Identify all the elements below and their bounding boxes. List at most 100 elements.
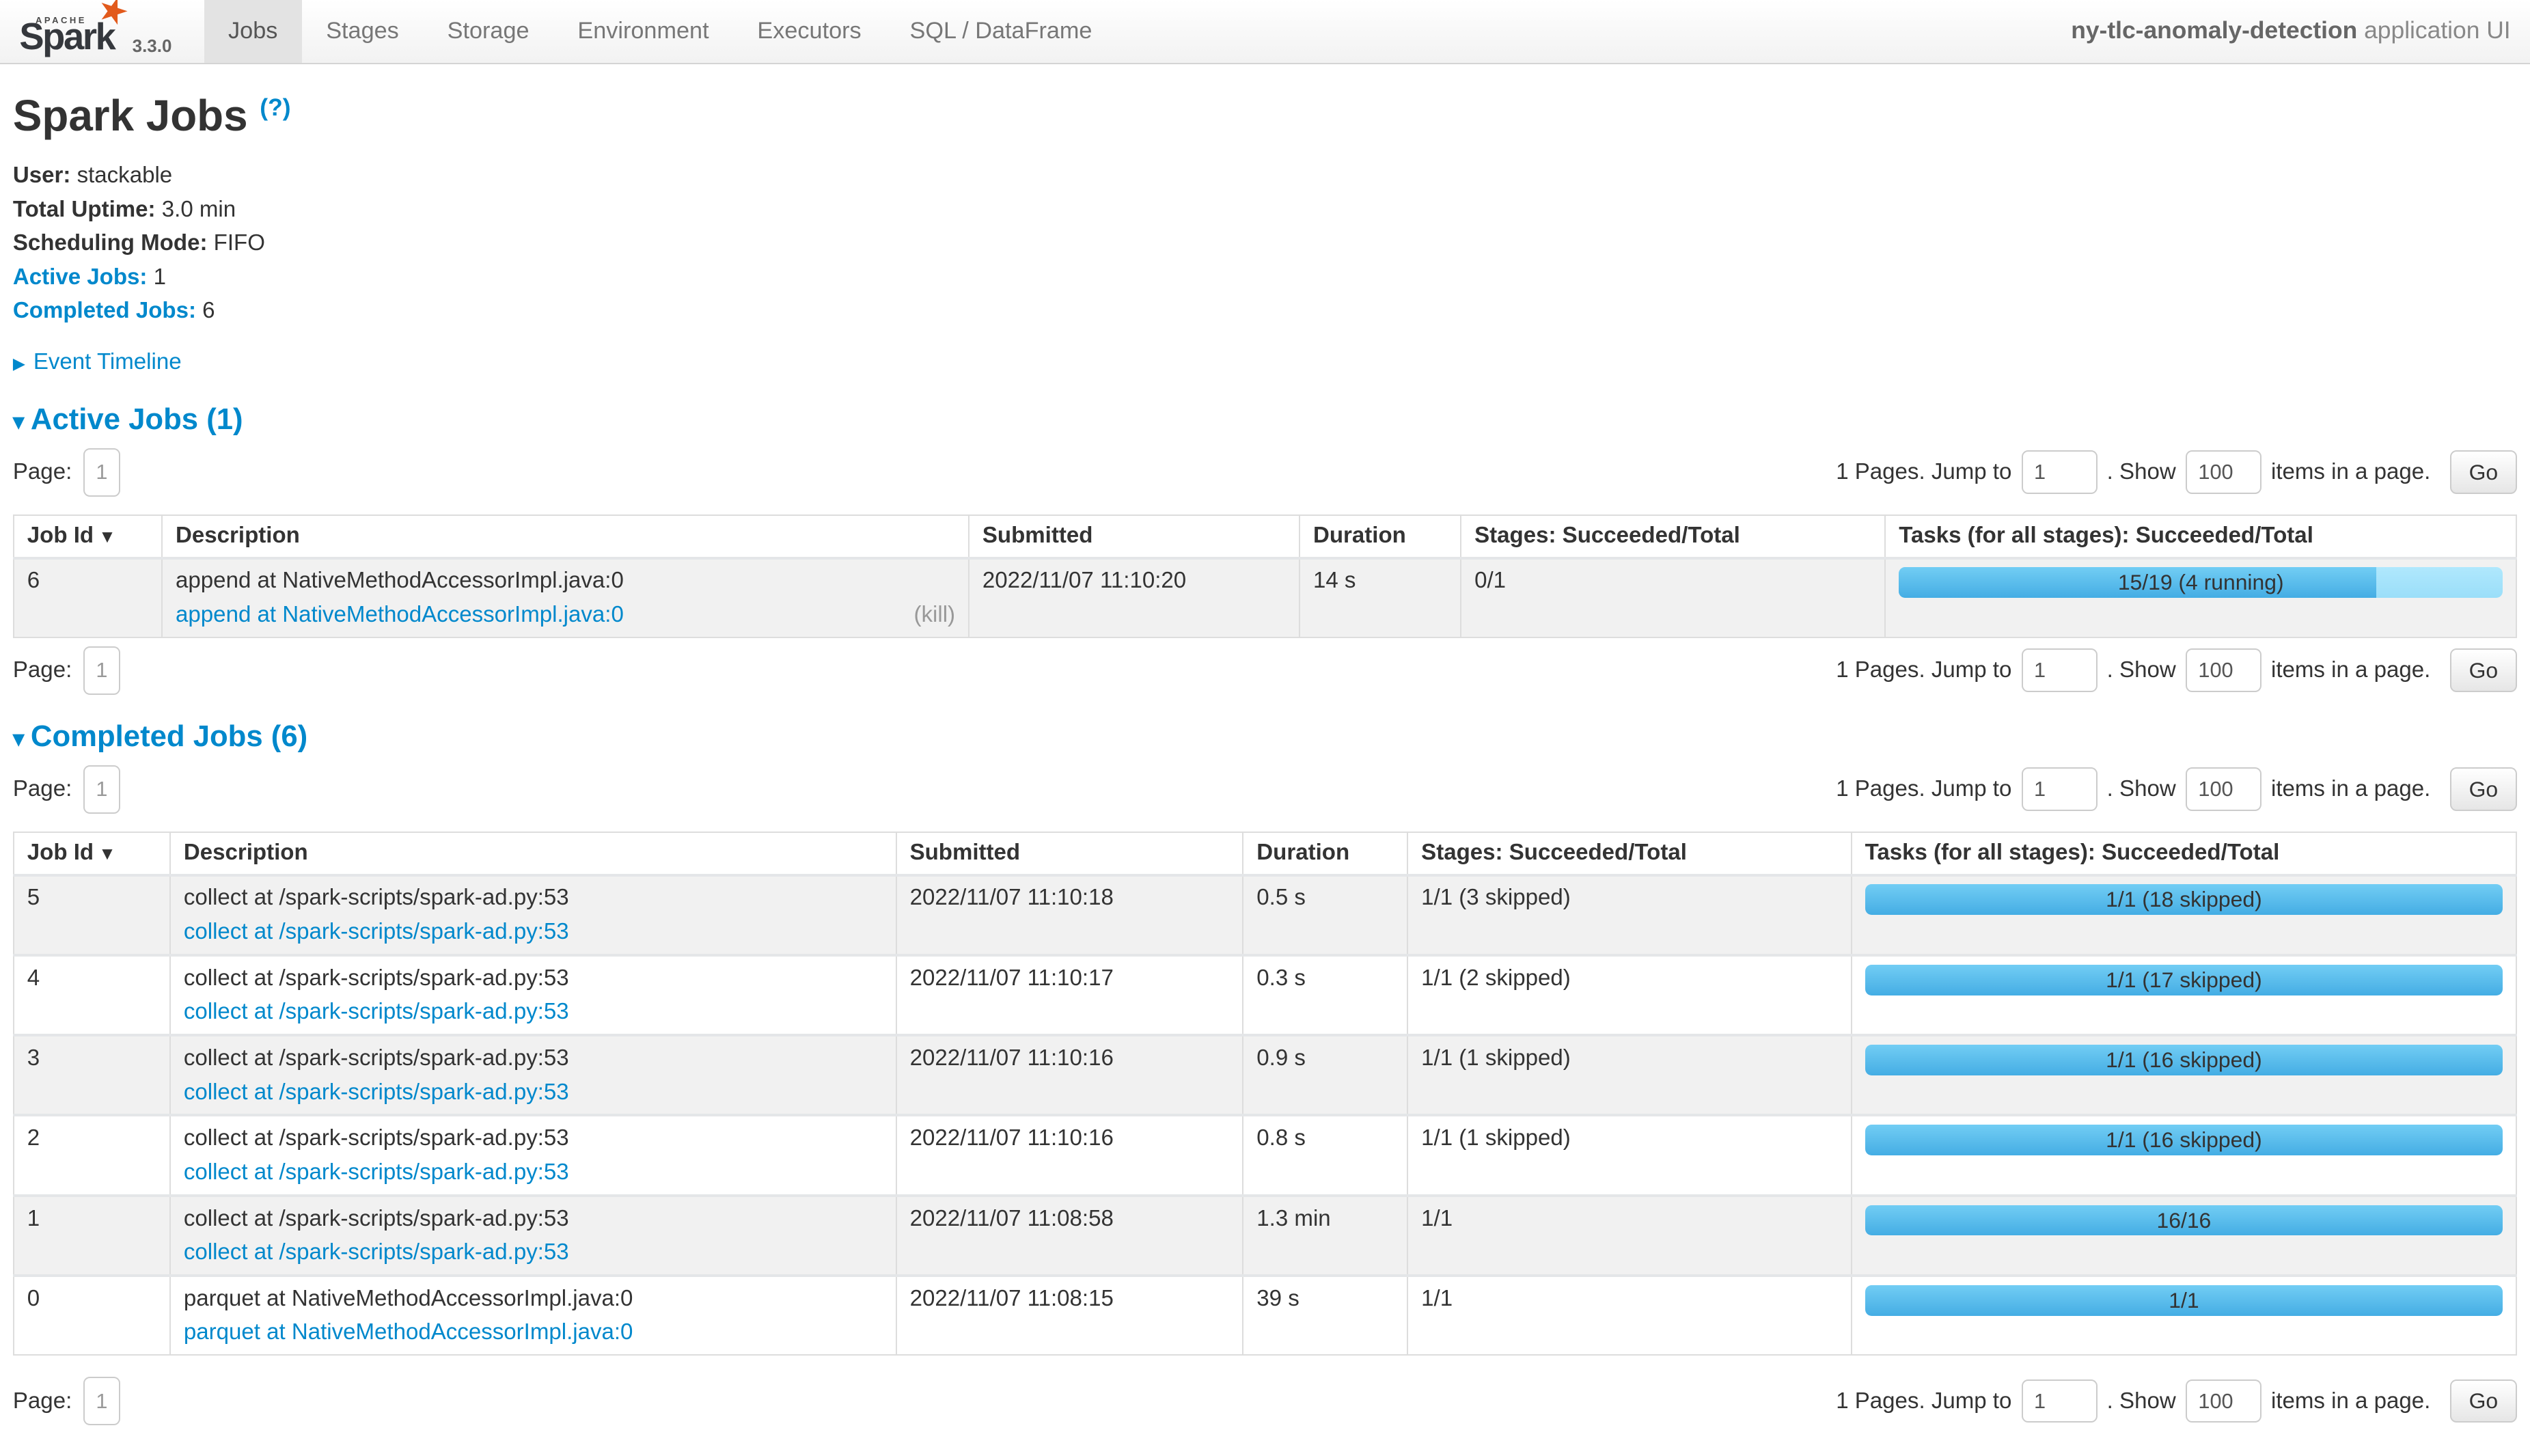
- sort-desc-icon: ▼: [98, 526, 116, 547]
- items-per-page-input[interactable]: [2186, 767, 2261, 811]
- col-description[interactable]: Description: [170, 832, 896, 875]
- col-tasks[interactable]: Tasks (for all stages): Succeeded/Total: [1885, 515, 2516, 558]
- go-button[interactable]: Go: [2450, 767, 2517, 811]
- help-link[interactable]: (?): [260, 94, 290, 121]
- summary-scheduling-mode-value: FIFO: [214, 230, 265, 256]
- stages-cell: 1/1 (1 skipped): [1407, 1115, 1851, 1195]
- summary-scheduling-mode: Scheduling Mode: FIFO: [13, 230, 2517, 257]
- summary-user: User: stackable: [13, 162, 2517, 189]
- summary-active-jobs: Active Jobs: 1: [13, 264, 2517, 291]
- stages-cell: 1/1 (3 skipped): [1407, 875, 1851, 955]
- event-timeline-toggle[interactable]: ▶Event Timeline: [13, 349, 2517, 378]
- completed-jobs-pagination-top: Page: 1 Pages. Jump to . Show items in a…: [13, 765, 2517, 814]
- active-jobs-pagination-bottom: Page: 1 Pages. Jump to . Show items in a…: [13, 646, 2517, 695]
- items-in-page-text: items in a page.: [2271, 1388, 2430, 1414]
- page-number-input[interactable]: [83, 765, 120, 814]
- tab-jobs[interactable]: Jobs: [204, 0, 302, 63]
- active-jobs-heading[interactable]: ▾Active Jobs (1): [13, 402, 2517, 440]
- page-number-input[interactable]: [83, 448, 120, 497]
- duration-cell: 14 s: [1300, 558, 1461, 637]
- stages-cell: 1/1: [1407, 1276, 1851, 1355]
- page-title: Spark Jobs (?): [13, 90, 2517, 141]
- description-link[interactable]: append at NativeMethodAccessorImpl.java:…: [176, 601, 624, 629]
- col-tasks[interactable]: Tasks (for all stages): Succeeded/Total: [1852, 832, 2516, 875]
- completed-jobs-pagination-bottom: Page: 1 Pages. Jump to . Show items in a…: [13, 1377, 2517, 1425]
- description-link[interactable]: collect at /spark-scripts/spark-ad.py:53: [184, 1239, 569, 1266]
- col-duration[interactable]: Duration: [1300, 515, 1461, 558]
- page-label: Page:: [13, 459, 72, 485]
- summary-completed-jobs-link[interactable]: Completed Jobs:: [13, 298, 196, 323]
- job-id-cell: 3: [14, 1035, 170, 1115]
- pages-jump-text: 1 Pages. Jump to: [1836, 459, 2011, 485]
- table-row: 4 collect at /spark-scripts/spark-ad.py:…: [14, 955, 2516, 1035]
- kill-link[interactable]: (kill): [914, 601, 956, 629]
- tasks-progress-bar: 16/16: [1865, 1205, 2503, 1236]
- tab-storage[interactable]: Storage: [423, 0, 553, 63]
- application-name: ny-tlc-anomaly-detection: [2071, 16, 2357, 44]
- description-link[interactable]: collect at /spark-scripts/spark-ad.py:53: [184, 1079, 569, 1106]
- col-stages[interactable]: Stages: Succeeded/Total: [1407, 832, 1851, 875]
- col-job-id[interactable]: Job Id▼: [14, 515, 162, 558]
- jump-to-page-input[interactable]: [2022, 648, 2098, 692]
- submitted-cell: 2022/11/07 11:08:15: [896, 1276, 1243, 1355]
- col-submitted[interactable]: Submitted: [969, 515, 1300, 558]
- col-description[interactable]: Description: [162, 515, 969, 558]
- page-number-input[interactable]: [83, 1377, 120, 1425]
- progress-label: 1/1 (18 skipped): [1865, 884, 2503, 915]
- description-cell: append at NativeMethodAccessorImpl.java:…: [162, 558, 969, 637]
- col-duration[interactable]: Duration: [1243, 832, 1407, 875]
- job-summary: User: stackable Total Uptime: 3.0 min Sc…: [13, 162, 2517, 325]
- go-button[interactable]: Go: [2450, 450, 2517, 494]
- col-stages[interactable]: Stages: Succeeded/Total: [1461, 515, 1885, 558]
- col-job-id[interactable]: Job Id▼: [14, 832, 170, 875]
- description-text: collect at /spark-scripts/spark-ad.py:53: [184, 1045, 883, 1072]
- tab-sql-dataframe[interactable]: SQL / DataFrame: [885, 0, 1116, 63]
- completed-jobs-heading[interactable]: ▾Completed Jobs (6): [13, 719, 2517, 757]
- spark-logo[interactable]: ★ APACHE Spark 3.3.0: [0, 0, 188, 63]
- page-label: Page:: [13, 657, 72, 683]
- stages-cell: 0/1: [1461, 558, 1885, 637]
- jump-to-page-input[interactable]: [2022, 1379, 2098, 1423]
- submitted-cell: 2022/11/07 11:10:16: [896, 1115, 1243, 1195]
- table-row: 1 collect at /spark-scripts/spark-ad.py:…: [14, 1196, 2516, 1276]
- items-per-page-input[interactable]: [2186, 648, 2261, 692]
- col-submitted[interactable]: Submitted: [896, 832, 1243, 875]
- progress-label: 1/1: [1865, 1285, 2503, 1316]
- progress-label: 1/1 (16 skipped): [1865, 1045, 2503, 1075]
- spark-version: 3.3.0: [133, 36, 172, 57]
- tab-environment[interactable]: Environment: [553, 0, 733, 63]
- description-link[interactable]: collect at /spark-scripts/spark-ad.py:53: [184, 918, 569, 946]
- tab-executors[interactable]: Executors: [733, 0, 885, 63]
- summary-active-jobs-link[interactable]: Active Jobs:: [13, 264, 148, 290]
- tab-stages[interactable]: Stages: [302, 0, 423, 63]
- duration-cell: 1.3 min: [1243, 1196, 1407, 1276]
- pages-jump-text: 1 Pages. Jump to: [1836, 657, 2011, 683]
- completed-jobs-table: Job Id▼ Description Submitted Duration S…: [13, 832, 2517, 1356]
- sort-desc-icon: ▼: [98, 843, 116, 864]
- jump-to-page-input[interactable]: [2022, 450, 2098, 494]
- logo-brand-text: Spark: [19, 15, 114, 58]
- description-cell: collect at /spark-scripts/spark-ad.py:53…: [170, 1035, 896, 1115]
- duration-cell: 39 s: [1243, 1276, 1407, 1355]
- items-per-page-input[interactable]: [2186, 1379, 2261, 1423]
- event-timeline-link[interactable]: Event Timeline: [33, 349, 182, 374]
- page-title-text: Spark Jobs: [13, 91, 248, 140]
- job-id-cell: 2: [14, 1115, 170, 1195]
- items-in-page-text: items in a page.: [2271, 776, 2430, 802]
- description-text: collect at /spark-scripts/spark-ad.py:53: [184, 884, 883, 911]
- page-number-input[interactable]: [83, 646, 120, 695]
- active-jobs-pagination-top: Page: 1 Pages. Jump to . Show items in a…: [13, 448, 2517, 497]
- description-link[interactable]: collect at /spark-scripts/spark-ad.py:53: [184, 1159, 569, 1186]
- description-link[interactable]: collect at /spark-scripts/spark-ad.py:53: [184, 998, 569, 1026]
- completed-jobs-heading-text: Completed Jobs (6): [31, 719, 307, 753]
- jump-to-page-input[interactable]: [2022, 767, 2098, 811]
- tasks-cell: 16/16: [1852, 1196, 2516, 1276]
- table-row: 0 parquet at NativeMethodAccessorImpl.ja…: [14, 1276, 2516, 1355]
- go-button[interactable]: Go: [2450, 1379, 2517, 1423]
- items-per-page-input[interactable]: [2186, 450, 2261, 494]
- stages-cell: 1/1 (1 skipped): [1407, 1035, 1851, 1115]
- table-row: 6 append at NativeMethodAccessorImpl.jav…: [14, 558, 2516, 637]
- description-link[interactable]: parquet at NativeMethodAccessorImpl.java…: [184, 1319, 633, 1346]
- progress-label: 1/1 (16 skipped): [1865, 1125, 2503, 1155]
- go-button[interactable]: Go: [2450, 648, 2517, 692]
